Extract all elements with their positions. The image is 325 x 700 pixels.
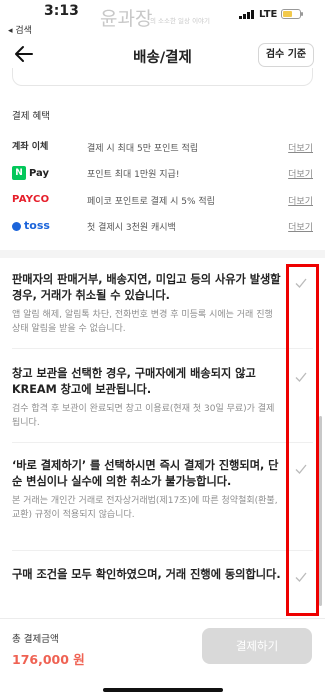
agreement-main-text: 구매 조건을 모두 확인하였으며, 거래 진행에 동의합니다. (12, 568, 281, 581)
benefit-row-payco: PAYCO 페이코 포인트로 결제 시 5% 적립 더보기 (12, 193, 313, 207)
watermark-logo: 윤과장 (100, 8, 153, 30)
pay-button[interactable]: 결제하기 (202, 628, 312, 664)
agreement-item[interactable]: 구매 조건을 모두 확인하였으며, 거래 진행에 동의합니다. (12, 567, 282, 583)
home-indicator[interactable] (103, 688, 223, 692)
highlight-annotation-box (286, 264, 319, 616)
payco-logo: PAYCO (12, 194, 50, 205)
page-header: 배송/결제 검수 기준 (0, 40, 325, 70)
bank-transfer-logo: 계좌 이체 (12, 142, 49, 152)
benefits-section-title: 결제 혜택 (12, 111, 50, 122)
battery-icon (281, 9, 303, 19)
naver-n-icon: N (12, 166, 26, 180)
benefit-more-link[interactable]: 더보기 (288, 167, 313, 180)
benefit-more-link[interactable]: 더보기 (288, 141, 313, 154)
toss-logo: toss (12, 219, 72, 233)
benefit-description: 포인트 최대 1만원 지급! (87, 170, 180, 180)
toss-logo-text: toss (24, 219, 50, 232)
battery-level (283, 11, 292, 17)
benefit-description: 첫 결제시 3천원 캐시백 (87, 223, 176, 233)
back-to-app-link[interactable]: ◂ 검색 (8, 23, 32, 36)
signal-icon (239, 10, 254, 19)
agreement-main-text: 창고 보관을 선택한 경우, 구매자에게 배송되지 않고 KREAM 창고에 보… (12, 367, 256, 396)
benefit-more-link[interactable]: 더보기 (288, 220, 313, 233)
scrollbar[interactable] (319, 416, 322, 606)
row-divider (12, 442, 313, 443)
watermark-subtitle: 의 소소한 일상 이야기 (150, 17, 211, 25)
benefit-row-bank-transfer: 계좌 이체 결제 시 최대 5만 포인트 적립 더보기 (12, 140, 313, 154)
agreement-item[interactable]: ‘바로 결제하기’ 를 선택하시면 즉시 결제가 진행되며, 단순 변심이나 실… (12, 458, 282, 522)
total-label: 총 결제금액 (12, 634, 59, 645)
benefit-row-npay: N Pay 포인트 최대 1만원 지급! 더보기 (12, 166, 313, 180)
benefit-description: 페이코 포인트로 결제 시 5% 적립 (87, 197, 215, 207)
inspection-criteria-button[interactable]: 검수 기준 (258, 43, 314, 67)
agreement-item[interactable]: 판매자의 판매거부, 배송지연, 미입고 등의 사유가 발생할 경우, 거래가 … (12, 272, 282, 336)
section-divider (0, 250, 325, 258)
benefit-more-link[interactable]: 더보기 (288, 194, 313, 207)
npay-logo: N Pay (12, 166, 72, 180)
row-divider (12, 550, 313, 551)
agreement-sub-text: 앱 알림 해제, 알림톡 차단, 전화번호 변경 후 미등록 시에는 거래 진행… (12, 310, 273, 334)
benefit-description: 결제 시 최대 5만 포인트 적립 (87, 144, 199, 154)
benefit-row-toss: toss 첫 결제시 3천원 캐시백 더보기 (12, 219, 313, 233)
agreement-sub-text: 본 거래는 개인간 거래로 전자상거래법(제17조)에 따른 청약철회(환불, … (12, 496, 278, 520)
total-price: 176,000 원 (12, 652, 85, 667)
agreement-main-text: ‘바로 결제하기’ 를 선택하시면 즉시 결제가 진행되며, 단순 변심이나 실… (12, 459, 279, 488)
previous-section-card-edge (12, 68, 313, 86)
agreement-item[interactable]: 창고 보관을 선택한 경우, 구매자에게 배송되지 않고 KREAM 창고에 보… (12, 366, 282, 430)
network-type: LTE (259, 9, 278, 20)
toss-icon (12, 221, 21, 231)
status-bar: 3:13 ◂ 검색 윤과장 의 소소한 일상 이야기 LTE (0, 0, 325, 40)
row-divider (12, 348, 313, 349)
agreement-main-text: 판매자의 판매거부, 배송지연, 미입고 등의 사유가 발생할 경우, 거래가 … (12, 273, 281, 302)
npay-logo-text: Pay (29, 167, 50, 179)
agreement-sub-text: 검수 합격 후 보관이 완료되면 창고 이용료(현재 첫 30일 무료)가 결제… (12, 404, 275, 428)
status-time: 3:13 (44, 3, 79, 19)
